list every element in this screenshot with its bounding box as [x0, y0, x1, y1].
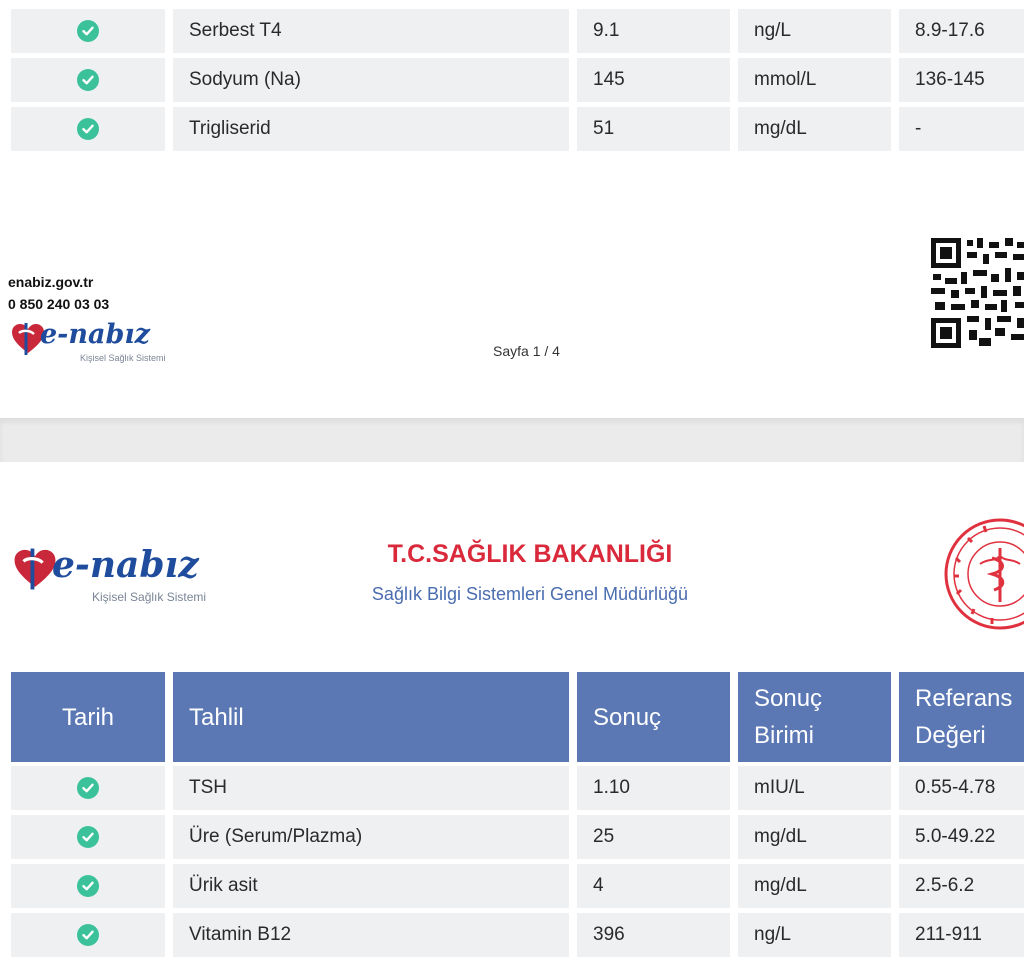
date-cell — [11, 815, 165, 859]
header-unit-label-line1: Sonuç — [754, 685, 823, 712]
reference-cell: 136-145 — [899, 58, 1024, 102]
unit-cell: mg/dL — [738, 107, 891, 151]
result-cell: 145 — [577, 58, 730, 102]
test-name-cell: Ürik asit — [173, 864, 569, 908]
enabiz-logo: e-nabız Kişisel Sağlık Sistemi — [10, 318, 180, 368]
table-row: Serbest T4 9.1 ng/L 8.9-17.6 — [0, 9, 1024, 53]
logo-wordmark: e-nabız — [52, 544, 199, 586]
table-row: Sodyum (Na) 145 mmol/L 136-145 — [0, 58, 1024, 102]
check-circle-icon — [77, 20, 99, 42]
date-cell — [11, 107, 165, 151]
check-circle-icon — [77, 118, 99, 140]
website-text[interactable]: enabiz.gov.tr — [8, 274, 93, 290]
result-cell: 9.1 — [577, 9, 730, 53]
ministry-emblem-icon — [944, 518, 1024, 630]
header-reference-label-line2: Değeri — [915, 722, 986, 749]
unit-cell: ng/L — [738, 913, 891, 957]
table-header: Tarih Tahlil Sonuç Sonuç Birimi Referans… — [0, 672, 1024, 762]
header-result-label: Sonuç — [593, 703, 662, 731]
date-cell — [11, 9, 165, 53]
header-reference: Referans Değeri — [899, 672, 1024, 762]
header-reference-label-line1: Referans — [915, 685, 1013, 712]
header-unit: Sonuç Birimi — [738, 672, 891, 762]
unit-cell: ng/L — [738, 9, 891, 53]
date-cell — [11, 913, 165, 957]
page-number: Sayfa 1 / 4 — [493, 343, 560, 359]
header-date-label: Tarih — [61, 703, 115, 731]
ministry-title: T.C.SAĞLIK BAKANLIĞI — [387, 540, 673, 568]
test-name-cell: Vitamin B12 — [173, 913, 569, 957]
result-cell: 25 — [577, 815, 730, 859]
unit-cell: mg/dL — [738, 864, 891, 908]
result-cell: 51 — [577, 107, 730, 151]
test-name-cell: Sodyum (Na) — [173, 58, 569, 102]
result-cell: 396 — [577, 913, 730, 957]
table-row: Vitamin B12 396 ng/L 211-911 — [0, 913, 1024, 957]
header-test: Tahlil — [173, 672, 569, 762]
page-separator — [0, 418, 1024, 463]
unit-cell: mIU/L — [738, 766, 891, 810]
test-name-cell: Serbest T4 — [173, 9, 569, 53]
result-cell: 1.10 — [577, 766, 730, 810]
reference-cell: 5.0-49.22 — [899, 815, 1024, 859]
unit-cell: mmol/L — [738, 58, 891, 102]
table-row: Üre (Serum/Plazma) 25 mg/dL 5.0-49.22 — [0, 815, 1024, 859]
check-circle-icon — [77, 924, 99, 946]
header-test-label: Tahlil — [189, 703, 244, 731]
result-cell: 4 — [577, 864, 730, 908]
enabiz-logo: e-nabız Kişisel Sağlık Sistemi — [12, 542, 232, 606]
reference-cell: - — [899, 107, 1024, 151]
reference-cell: 0.55-4.78 — [899, 766, 1024, 810]
unit-cell: mg/dL — [738, 815, 891, 859]
phone-text: 0 850 240 03 03 — [8, 296, 110, 312]
report-page-1: Serbest T4 9.1 ng/L 8.9-17.6 Sodyum (Na)… — [0, 0, 1024, 418]
date-cell — [11, 58, 165, 102]
qr-code-icon — [931, 238, 1024, 348]
reference-cell: 2.5-6.2 — [899, 864, 1024, 908]
test-name-cell: TSH — [173, 766, 569, 810]
date-cell — [11, 864, 165, 908]
reference-cell: 211-911 — [899, 913, 1024, 957]
date-cell — [11, 766, 165, 810]
reference-cell: 8.9-17.6 — [899, 9, 1024, 53]
header-date: Tarih — [11, 672, 165, 762]
test-name-cell: Trigliserid — [173, 107, 569, 151]
header-unit-label-line2: Birimi — [754, 722, 814, 749]
test-name-cell: Üre (Serum/Plazma) — [173, 815, 569, 859]
check-circle-icon — [77, 777, 99, 799]
check-circle-icon — [77, 826, 99, 848]
table-row: Ürik asit 4 mg/dL 2.5-6.2 — [0, 864, 1024, 908]
check-circle-icon — [77, 875, 99, 897]
ministry-subtitle: Sağlık Bilgi Sistemleri Genel Müdürlüğü — [371, 584, 689, 604]
logo-subtitle: Kişisel Sağlık Sistemi — [80, 353, 166, 363]
logo-subtitle: Kişisel Sağlık Sistemi — [92, 590, 207, 604]
check-circle-icon — [77, 69, 99, 91]
table-row: TSH 1.10 mIU/L 0.55-4.78 — [0, 766, 1024, 810]
header-result: Sonuç — [577, 672, 730, 762]
report-page-2: e-nabız Kişisel Sağlık Sistemi T.C.SAĞLI… — [0, 462, 1024, 957]
table-row: Trigliserid 51 mg/dL - — [0, 107, 1024, 151]
logo-wordmark: e-nabız — [40, 319, 150, 350]
